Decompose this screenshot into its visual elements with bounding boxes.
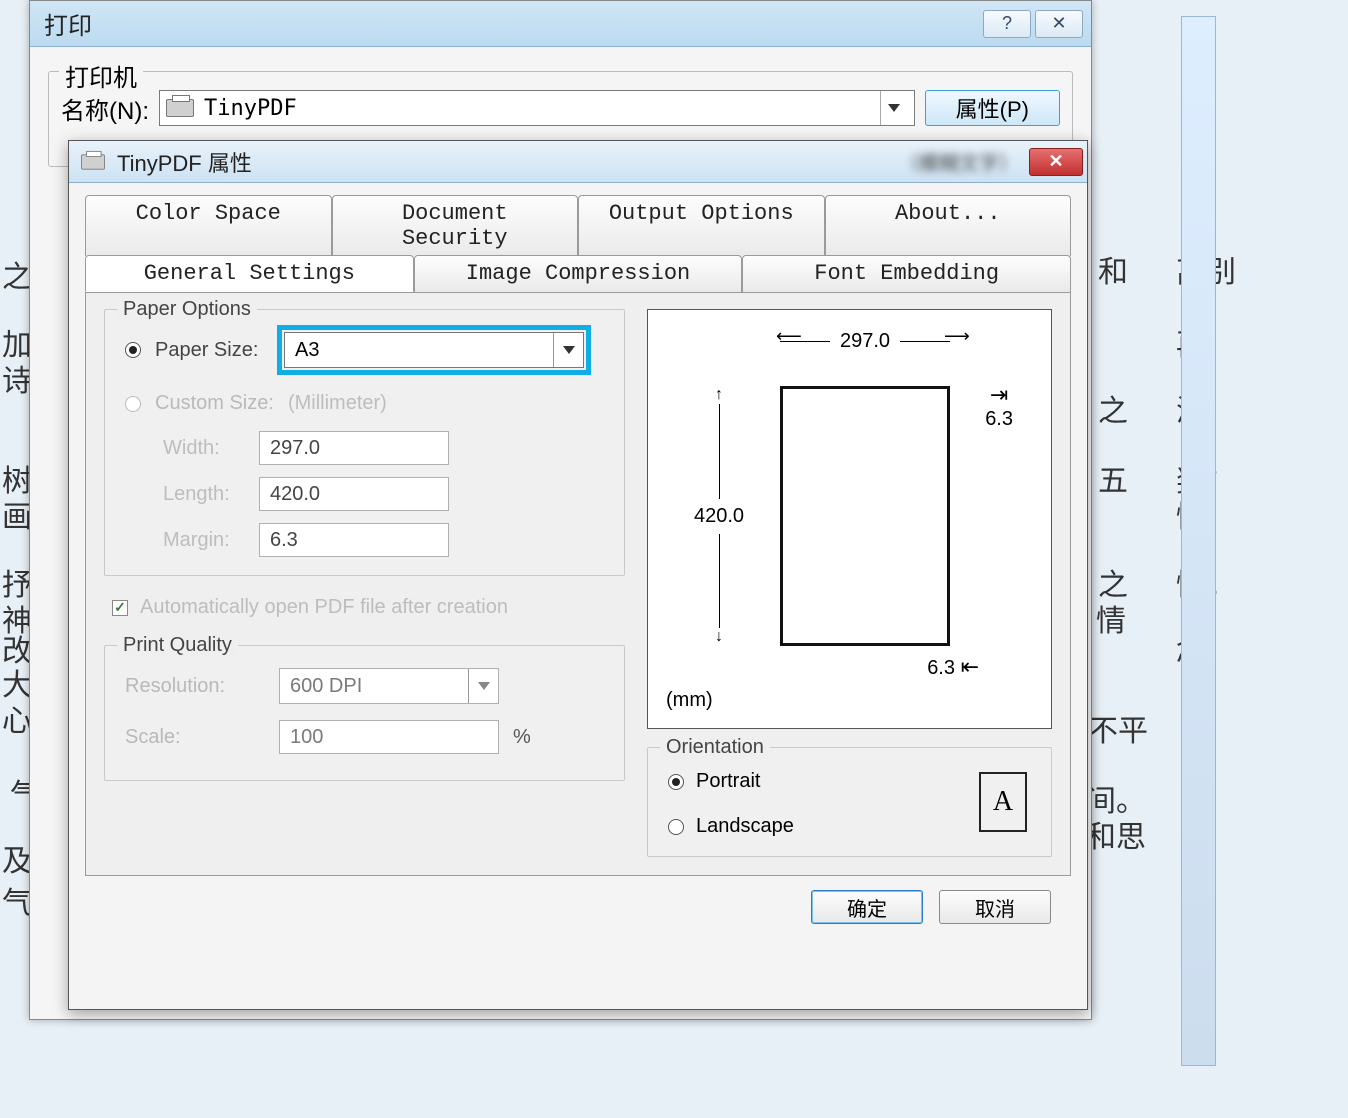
radio-landscape[interactable]	[668, 819, 684, 835]
bg-text: 之	[2, 252, 32, 296]
bg-text: 诗	[2, 356, 32, 400]
bg-text: 和	[1098, 247, 1128, 291]
tabs-container: Color Space Document Security Output Opt…	[85, 195, 1071, 876]
print-dialog-title: 打印	[44, 6, 983, 41]
bg-text: 之	[1098, 386, 1128, 430]
tab-document-security[interactable]: Document Security	[332, 195, 579, 256]
portrait-label: Portrait	[696, 770, 760, 793]
close-button[interactable]: ✕	[1029, 148, 1083, 176]
print-titlebar[interactable]: 打印 ? ✕	[30, 1, 1091, 47]
printer-selected-name: TinyPDF	[204, 96, 870, 121]
blurred-subtitle: （模糊文字）	[899, 147, 1019, 176]
help-button[interactable]: ?	[983, 10, 1031, 38]
resolution-label: Resolution:	[125, 675, 265, 698]
width-label: Width:	[163, 437, 243, 460]
paper-size-label: Paper Size:	[155, 339, 270, 362]
bg-text: 加	[2, 320, 32, 364]
resolution-value: 600 DPI	[280, 675, 468, 698]
printer-icon	[81, 154, 105, 169]
bg-text: 不平	[1088, 706, 1148, 750]
chevron-down-icon[interactable]	[468, 669, 498, 703]
dialog-footer: 确定 取消	[85, 876, 1071, 924]
paper-size-select[interactable]: A3	[284, 332, 584, 368]
chevron-down-icon[interactable]	[880, 91, 908, 125]
tab-image-compression[interactable]: Image Compression	[414, 255, 743, 292]
paper-size-value: A3	[285, 339, 553, 362]
custom-size-label: Custom Size:	[155, 392, 274, 415]
margin-label: Margin:	[163, 529, 243, 552]
width-input[interactable]	[259, 431, 449, 465]
print-quality-legend: Print Quality	[117, 634, 238, 657]
bg-text: 大	[2, 660, 32, 704]
printer-group-legend: 打印机	[59, 58, 143, 93]
checkbox-auto-open[interactable]	[112, 600, 128, 616]
radio-portrait[interactable]	[668, 774, 684, 790]
length-label: Length:	[163, 483, 243, 506]
printer-icon	[166, 99, 194, 117]
preview-margin-bottom: 6.3 ⇤	[927, 654, 979, 680]
printer-name-label: 名称(N):	[61, 91, 149, 126]
background-window-strip	[1181, 16, 1216, 1066]
bg-text: 五	[1098, 456, 1128, 500]
bg-text: 之	[1098, 560, 1128, 604]
paper-preview: 297.0 ⟵ ⟶ ↑ 420.0 ↓	[647, 309, 1052, 729]
printer-select[interactable]: TinyPDF	[159, 90, 915, 126]
orientation-legend: Orientation	[660, 736, 770, 759]
props-dialog-title: TinyPDF 属性	[117, 146, 889, 178]
arrow-left-icon: ⟵	[776, 326, 802, 347]
preview-margin-right: ⇥ 6.3	[985, 382, 1013, 431]
tinypdf-properties-dialog: TinyPDF 属性 （模糊文字） ✕ Color Space Document…	[68, 140, 1088, 1010]
bg-text: 改	[2, 626, 32, 670]
paper-options-group: Paper Options Paper Size: A3	[104, 309, 625, 576]
print-quality-group: Print Quality Resolution: 600 DPI Scale:	[104, 645, 625, 781]
ok-button[interactable]: 确定	[811, 890, 923, 924]
auto-open-label: Automatically open PDF file after creati…	[140, 596, 508, 619]
resolution-select[interactable]: 600 DPI	[279, 668, 499, 704]
tab-general-settings[interactable]: General Settings	[85, 255, 414, 292]
tab-panel-general-settings: Paper Options Paper Size: A3	[85, 292, 1071, 876]
auto-open-row: Automatically open PDF file after creati…	[112, 596, 625, 619]
tab-about[interactable]: About...	[825, 195, 1072, 256]
tab-output-options[interactable]: Output Options	[578, 195, 825, 256]
tab-font-embedding[interactable]: Font Embedding	[742, 255, 1071, 292]
preview-height-dimension: ↑ 420.0 ↓	[694, 386, 744, 646]
bg-text: 情	[1096, 596, 1126, 640]
length-input[interactable]	[259, 477, 449, 511]
landscape-label: Landscape	[696, 815, 794, 838]
scale-unit: %	[513, 726, 531, 749]
cancel-button[interactable]: 取消	[939, 890, 1051, 924]
scale-label: Scale:	[125, 726, 265, 749]
radio-paper-size[interactable]	[125, 342, 141, 358]
scale-input[interactable]	[279, 720, 499, 754]
orientation-group: Orientation Portrait Landscap	[647, 747, 1052, 857]
properties-button[interactable]: 属性(P)	[925, 90, 1060, 126]
close-button[interactable]: ✕	[1035, 10, 1083, 38]
preview-width-dimension: 297.0	[780, 330, 950, 353]
paper-options-legend: Paper Options	[117, 298, 257, 321]
bg-text: 间。	[1086, 776, 1146, 820]
orientation-icon: A	[979, 772, 1031, 836]
arrow-right-icon: ⟶	[944, 326, 970, 347]
props-titlebar[interactable]: TinyPDF 属性 （模糊文字） ✕	[69, 141, 1087, 183]
margin-input[interactable]	[259, 523, 449, 557]
preview-unit-label: (mm)	[666, 689, 713, 712]
tab-color-space[interactable]: Color Space	[85, 195, 332, 256]
bg-text: 和思	[1086, 812, 1146, 856]
preview-page-rect	[780, 386, 950, 646]
chevron-down-icon[interactable]	[553, 333, 583, 367]
radio-custom-size[interactable]	[125, 396, 141, 412]
custom-size-unit: (Millimeter)	[288, 392, 387, 415]
